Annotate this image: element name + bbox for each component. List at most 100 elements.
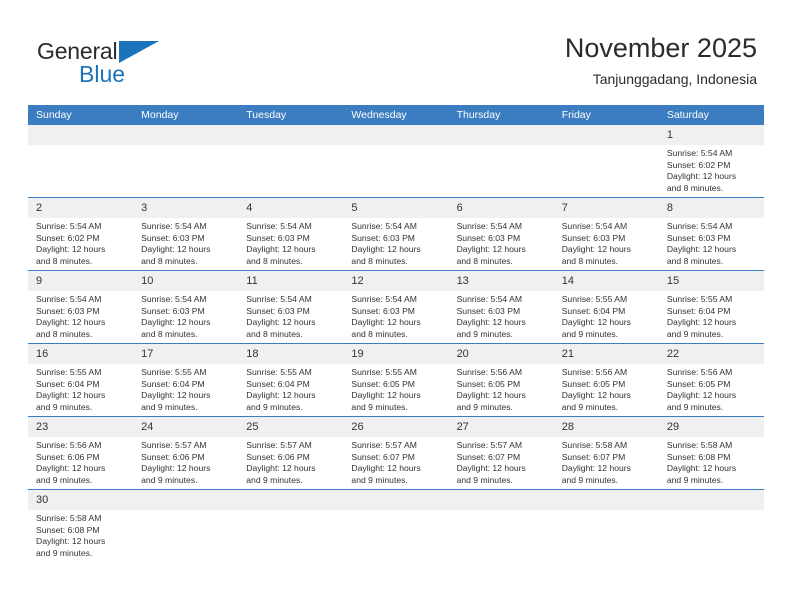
- calendar-day-cell[interactable]: 28 Sunrise: 5:58 AM Sunset: 6:07 PM Dayligh…: [553, 416, 659, 490]
- calendar-week-row: 9 Sunrise: 5:54 AM Sunset: 6:03 PM Daylight…: [28, 270, 764, 344]
- day-details: Sunrise: 5:57 AM Sunset: 6:06 PM Daylight:…: [238, 437, 343, 486]
- calendar-day-cell[interactable]: 23 Sunrise: 5:56 AM Sunset: 6:06 PM Dayligh…: [28, 416, 134, 490]
- calendar-day-cell[interactable]: 25 Sunrise: 5:57 AM Sunset: 6:06 PM Dayligh…: [238, 416, 344, 490]
- day-number: [553, 125, 659, 145]
- sunrise-text: Sunrise: 5:56 AM: [36, 440, 102, 450]
- day-number: 27: [448, 417, 554, 437]
- calendar-cell-empty: [28, 125, 134, 198]
- brand-line1-row: General: [37, 38, 197, 64]
- brand-logo[interactable]: General Blue: [37, 38, 197, 90]
- daylight-text-line1: Daylight: 12 hours: [456, 463, 526, 474]
- calendar-day-cell[interactable]: 21 Sunrise: 5:56 AM Sunset: 6:05 PM Dayligh…: [553, 343, 659, 417]
- calendar-day-cell[interactable]: 29 Sunrise: 5:58 AM Sunset: 6:08 PM Dayligh…: [658, 416, 764, 490]
- calendar-day-cell[interactable]: 6 Sunrise: 5:54 AM Sunset: 6:03 PM Daylight…: [448, 197, 554, 271]
- sunrise-text: Sunrise: 5:54 AM: [36, 294, 102, 304]
- sunrise-text: Sunrise: 5:55 AM: [666, 294, 733, 304]
- calendar-day-cell[interactable]: 7 Sunrise: 5:54 AM Sunset: 6:03 PM Daylight…: [553, 197, 659, 271]
- weekday-header-sunday: Sunday: [28, 105, 134, 125]
- calendar-day-cell[interactable]: 12 Sunrise: 5:54 AM Sunset: 6:03 PM Dayligh…: [343, 270, 449, 344]
- calendar-day-cell[interactable]: 20 Sunrise: 5:56 AM Sunset: 6:05 PM Dayligh…: [448, 343, 554, 417]
- daylight-text-line2: and 9 minutes.: [141, 474, 198, 485]
- daylight-text-line1: Daylight: 12 hours: [36, 390, 106, 401]
- sunset-text: Sunset: 6:03 PM: [666, 232, 731, 243]
- daylight-text-line2: and 9 minutes.: [36, 547, 93, 558]
- day-details: Sunrise: 5:55 AM Sunset: 6:04 PM Daylight:…: [659, 291, 764, 340]
- day-details: Sunrise: 5:54 AM Sunset: 6:03 PM Daylight:…: [343, 291, 448, 340]
- daylight-text-line1: Daylight: 12 hours: [36, 317, 106, 328]
- day-details: Sunrise: 5:55 AM Sunset: 6:04 PM Daylight:…: [238, 364, 343, 413]
- sunset-text: Sunset: 6:03 PM: [141, 232, 205, 243]
- calendar-cell-empty: [343, 125, 449, 198]
- day-details: Sunrise: 5:56 AM Sunset: 6:05 PM Daylight:…: [449, 364, 554, 413]
- daylight-text-line1: Daylight: 12 hours: [36, 463, 106, 474]
- calendar-day-cell[interactable]: 4 Sunrise: 5:54 AM Sunset: 6:03 PM Daylight…: [238, 197, 344, 271]
- day-number: 5: [343, 198, 449, 218]
- calendar-day-cell[interactable]: 3 Sunrise: 5:54 AM Sunset: 6:03 PM Daylight…: [133, 197, 239, 271]
- calendar-day-cell[interactable]: 9 Sunrise: 5:54 AM Sunset: 6:03 PM Daylight…: [28, 270, 134, 344]
- calendar-day-cell[interactable]: 26 Sunrise: 5:57 AM Sunset: 6:07 PM Dayligh…: [343, 416, 449, 490]
- calendar-day-cell[interactable]: 1 Sunrise: 5:54 AM Sunset: 6:02 PM Daylight…: [658, 125, 764, 198]
- daylight-text-line2: and 9 minutes.: [36, 401, 93, 412]
- daylight-text-line1: Daylight: 12 hours: [351, 244, 421, 255]
- calendar-day-cell[interactable]: 8 Sunrise: 5:54 AM Sunset: 6:03 PM Daylight…: [658, 197, 764, 271]
- day-details: Sunrise: 5:56 AM Sunset: 6:06 PM Daylight:…: [28, 437, 133, 486]
- day-number: 6: [448, 198, 554, 218]
- sunrise-text: Sunrise: 5:54 AM: [456, 294, 523, 304]
- sunset-text: Sunset: 6:08 PM: [666, 451, 731, 462]
- calendar-grid: Sunday Monday Tuesday Wednesday Thursday…: [28, 105, 764, 562]
- day-number: [343, 125, 449, 145]
- day-details: Sunrise: 5:55 AM Sunset: 6:04 PM Daylight:…: [554, 291, 659, 340]
- sunset-text: Sunset: 6:05 PM: [351, 378, 415, 389]
- calendar-day-cell[interactable]: 19 Sunrise: 5:55 AM Sunset: 6:05 PM Dayligh…: [343, 343, 449, 417]
- calendar-day-cell[interactable]: 10 Sunrise: 5:54 AM Sunset: 6:03 PM Dayligh…: [133, 270, 239, 344]
- daylight-text-line1: Daylight: 12 hours: [456, 244, 526, 255]
- daylight-text-line1: Daylight: 12 hours: [141, 317, 211, 328]
- daylight-text-line2: and 8 minutes.: [351, 255, 408, 266]
- calendar-day-cell[interactable]: 2 Sunrise: 5:54 AM Sunset: 6:02 PM Daylight…: [28, 197, 134, 271]
- page-header: General Blue November 2025 Tanjunggadang…: [0, 0, 792, 104]
- calendar-day-cell[interactable]: 22 Sunrise: 5:56 AM Sunset: 6:05 PM Dayligh…: [658, 343, 764, 417]
- day-number: 18: [238, 344, 344, 364]
- sunset-text: Sunset: 6:03 PM: [561, 232, 626, 243]
- day-number: [658, 490, 764, 510]
- daylight-text-line2: and 8 minutes.: [666, 255, 724, 266]
- calendar-day-cell[interactable]: 5 Sunrise: 5:54 AM Sunset: 6:03 PM Daylight…: [343, 197, 449, 271]
- day-details: Sunrise: 5:54 AM Sunset: 6:03 PM Daylight:…: [343, 218, 448, 267]
- daylight-text-line1: Daylight: 12 hours: [666, 317, 737, 328]
- day-number: 9: [28, 271, 134, 291]
- calendar-day-cell[interactable]: 15 Sunrise: 5:55 AM Sunset: 6:04 PM Dayligh…: [658, 270, 764, 344]
- weekday-header-wednesday: Wednesday: [343, 105, 449, 125]
- calendar-cell-empty: [238, 489, 344, 562]
- calendar-week-row: 1 Sunrise: 5:54 AM Sunset: 6:02 PM Daylight…: [28, 125, 764, 198]
- calendar-day-cell[interactable]: 17 Sunrise: 5:55 AM Sunset: 6:04 PM Dayligh…: [133, 343, 239, 417]
- sunset-text: Sunset: 6:03 PM: [456, 232, 521, 243]
- daylight-text-line2: and 9 minutes.: [351, 474, 408, 485]
- calendar-day-cell[interactable]: 13 Sunrise: 5:54 AM Sunset: 6:03 PM Dayligh…: [448, 270, 554, 344]
- daylight-text-line2: and 8 minutes.: [36, 255, 93, 266]
- sunrise-text: Sunrise: 5:55 AM: [36, 367, 102, 377]
- calendar-day-cell[interactable]: 24 Sunrise: 5:57 AM Sunset: 6:06 PM Dayligh…: [133, 416, 239, 490]
- calendar-week-row: 16 Sunrise: 5:55 AM Sunset: 6:04 PM Dayligh…: [28, 343, 764, 417]
- calendar-day-cell[interactable]: 16 Sunrise: 5:55 AM Sunset: 6:04 PM Dayligh…: [28, 343, 134, 417]
- day-details: Sunrise: 5:54 AM Sunset: 6:03 PM Daylight:…: [449, 291, 554, 340]
- day-details: Sunrise: 5:54 AM Sunset: 6:03 PM Daylight:…: [28, 291, 133, 340]
- daylight-text-line1: Daylight: 12 hours: [666, 463, 737, 474]
- sunset-text: Sunset: 6:05 PM: [456, 378, 521, 389]
- calendar-day-cell[interactable]: 27 Sunrise: 5:57 AM Sunset: 6:07 PM Dayligh…: [448, 416, 554, 490]
- daylight-text-line1: Daylight: 12 hours: [561, 390, 631, 401]
- calendar-day-cell[interactable]: 18 Sunrise: 5:55 AM Sunset: 6:04 PM Dayligh…: [238, 343, 344, 417]
- day-number: 25: [238, 417, 344, 437]
- calendar-cell-empty: [343, 489, 449, 562]
- calendar-day-cell[interactable]: 11 Sunrise: 5:54 AM Sunset: 6:03 PM Dayligh…: [238, 270, 344, 344]
- calendar-cell-empty: [658, 489, 764, 562]
- sunrise-text: Sunrise: 5:54 AM: [351, 294, 417, 304]
- daylight-text-line2: and 8 minutes.: [141, 255, 198, 266]
- sunset-text: Sunset: 6:04 PM: [36, 378, 100, 389]
- calendar-day-cell[interactable]: 14 Sunrise: 5:55 AM Sunset: 6:04 PM Dayligh…: [553, 270, 659, 344]
- sunrise-text: Sunrise: 5:54 AM: [456, 221, 523, 231]
- calendar-day-cell[interactable]: 30 Sunrise: 5:58 AM Sunset: 6:08 PM Dayligh…: [28, 489, 134, 562]
- day-details: Sunrise: 5:57 AM Sunset: 6:07 PM Daylight:…: [449, 437, 554, 486]
- day-number: 16: [28, 344, 134, 364]
- daylight-text-line1: Daylight: 12 hours: [36, 536, 106, 547]
- day-number: 23: [28, 417, 134, 437]
